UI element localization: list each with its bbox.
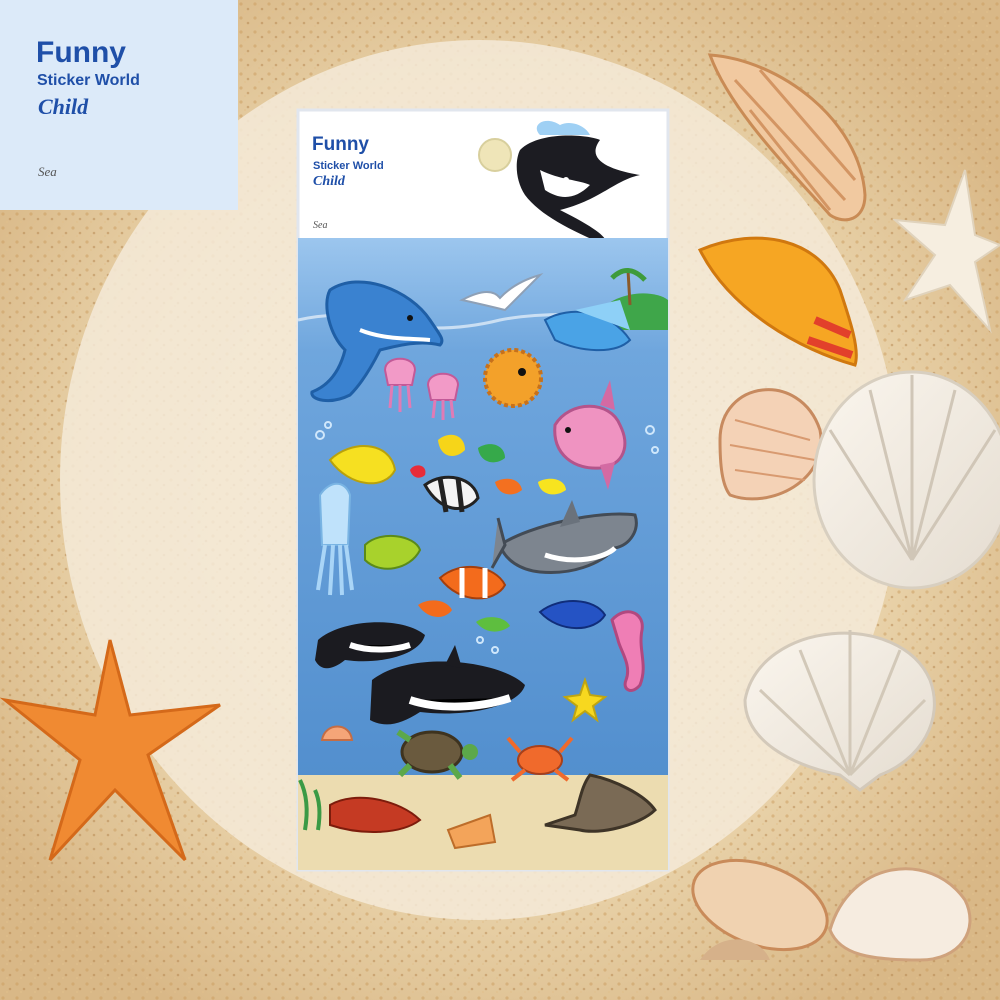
brand-card: Funny Sticker World Child Sea	[0, 0, 238, 210]
package-child-label: Child	[313, 174, 345, 189]
brand-title: Funny	[36, 36, 126, 69]
brand-subtitle: Sticker World	[37, 72, 140, 89]
brand-child-label: Child	[38, 94, 89, 119]
package-theme-label: Sea	[313, 220, 328, 231]
scallop-shell-large	[812, 370, 1000, 590]
pufferfish-icon	[483, 348, 543, 408]
package-subtitle: Sticker World	[313, 160, 384, 172]
package-title: Funny	[312, 134, 369, 155]
brand-theme-label: Sea	[38, 164, 57, 179]
sticker-package	[296, 108, 670, 872]
